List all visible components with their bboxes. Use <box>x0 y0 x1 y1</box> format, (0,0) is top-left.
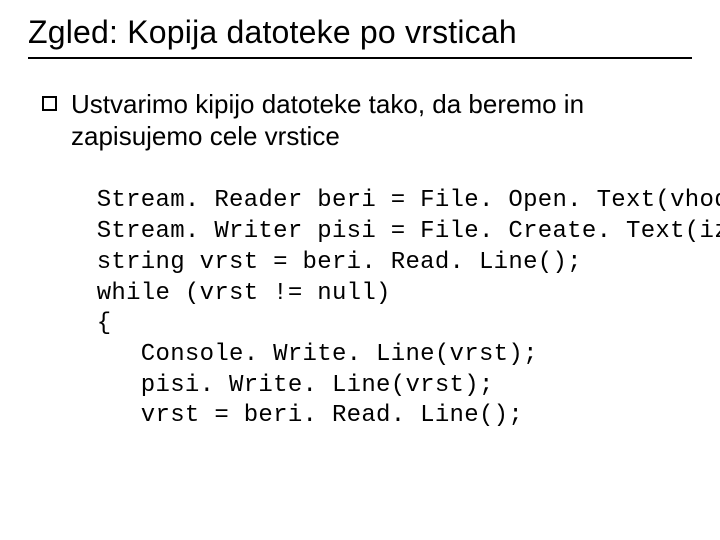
code-line: Stream. Reader beri = File. Open. Text(v… <box>82 187 720 214</box>
code-line: vrst = beri. Read. Line(); <box>82 402 523 429</box>
code-block: Stream. Reader beri = File. Open. Text(v… <box>82 186 692 432</box>
code-line: string vrst = beri. Read. Line(); <box>82 249 582 276</box>
bullet-text: Ustvarimo kipijo datoteke tako, da berem… <box>71 89 692 152</box>
bullet-item: Ustvarimo kipijo datoteke tako, da berem… <box>42 89 692 152</box>
slide-title: Zgled: Kopija datoteke po vrsticah <box>28 14 692 59</box>
code-line: Stream. Writer pisi = File. Create. Text… <box>82 218 720 245</box>
square-bullet-icon <box>42 96 57 111</box>
code-line: { <box>82 310 111 337</box>
code-line: Console. Write. Line(vrst); <box>82 341 538 368</box>
code-line: pisi. Write. Line(vrst); <box>82 372 494 399</box>
code-line: while (vrst != null) <box>82 280 391 307</box>
slide: Zgled: Kopija datoteke po vrsticah Ustva… <box>0 0 720 540</box>
